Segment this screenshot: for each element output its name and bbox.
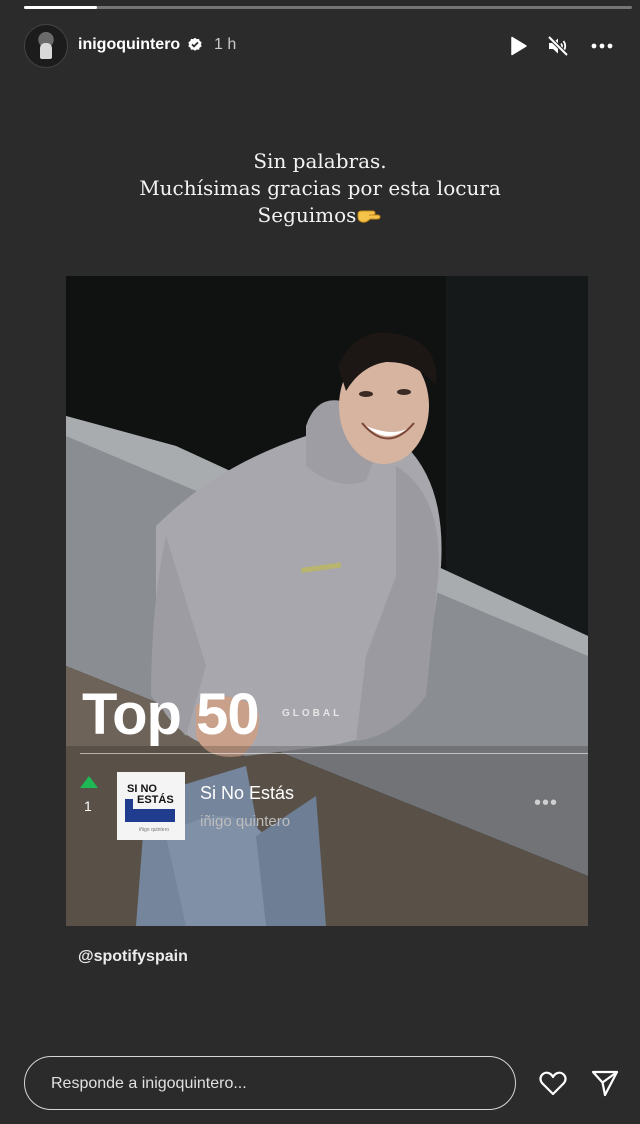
verified-badge-icon — [188, 37, 202, 51]
reply-input[interactable] — [49, 1057, 493, 1110]
caption-line: Seguimos — [257, 203, 357, 227]
mute-icon[interactable] — [546, 34, 570, 58]
more-icon[interactable] — [590, 34, 614, 58]
cover-title: SI NO ESTÁS — [127, 784, 177, 806]
caption-line: Sin palabras. — [253, 149, 387, 173]
send-icon[interactable] — [590, 1068, 620, 1098]
avatar[interactable] — [24, 24, 68, 68]
rank-up-arrow-icon — [80, 776, 98, 788]
heart-icon[interactable] — [538, 1068, 568, 1098]
play-icon[interactable] — [506, 34, 530, 58]
story-progress-bar — [24, 6, 632, 9]
track-cover-art: SI NO ESTÁS iñigo quintero — [117, 772, 185, 840]
playlist-title: Top 50 — [82, 682, 260, 747]
story-header: inigoquintero 1 h — [0, 22, 640, 70]
reply-box[interactable] — [24, 1056, 516, 1110]
post-time: 1 h — [214, 36, 237, 53]
shared-spotify-card[interactable]: Top 50 GLOBAL 1 SI NO ESTÁS iñigo quinte… — [66, 276, 588, 926]
rank-number: 1 — [84, 798, 92, 814]
cover-title-line: ESTÁS — [137, 794, 174, 806]
cover-graphic — [125, 799, 175, 822]
cover-artist: iñigo quintero — [139, 827, 170, 833]
track-artist: iñigo quintero — [200, 813, 291, 830]
card-divider — [80, 753, 588, 754]
track-title: Si No Estás — [200, 783, 295, 803]
mention-sticker[interactable]: @spotifyspain — [78, 948, 188, 966]
username[interactable]: inigoquintero — [78, 36, 180, 54]
playlist-subtitle: GLOBAL — [282, 708, 343, 719]
caption-line: Muchísimas gracias por esta locura — [139, 176, 501, 200]
story-caption: Sin palabras. Muchísimas gracias por est… — [0, 148, 640, 229]
story-progress-fill — [24, 6, 97, 9]
pointing-hand-emoji-icon — [357, 210, 381, 223]
track-more-icon[interactable]: ••• — [534, 792, 558, 815]
caption-line-last: Seguimos — [0, 202, 640, 229]
